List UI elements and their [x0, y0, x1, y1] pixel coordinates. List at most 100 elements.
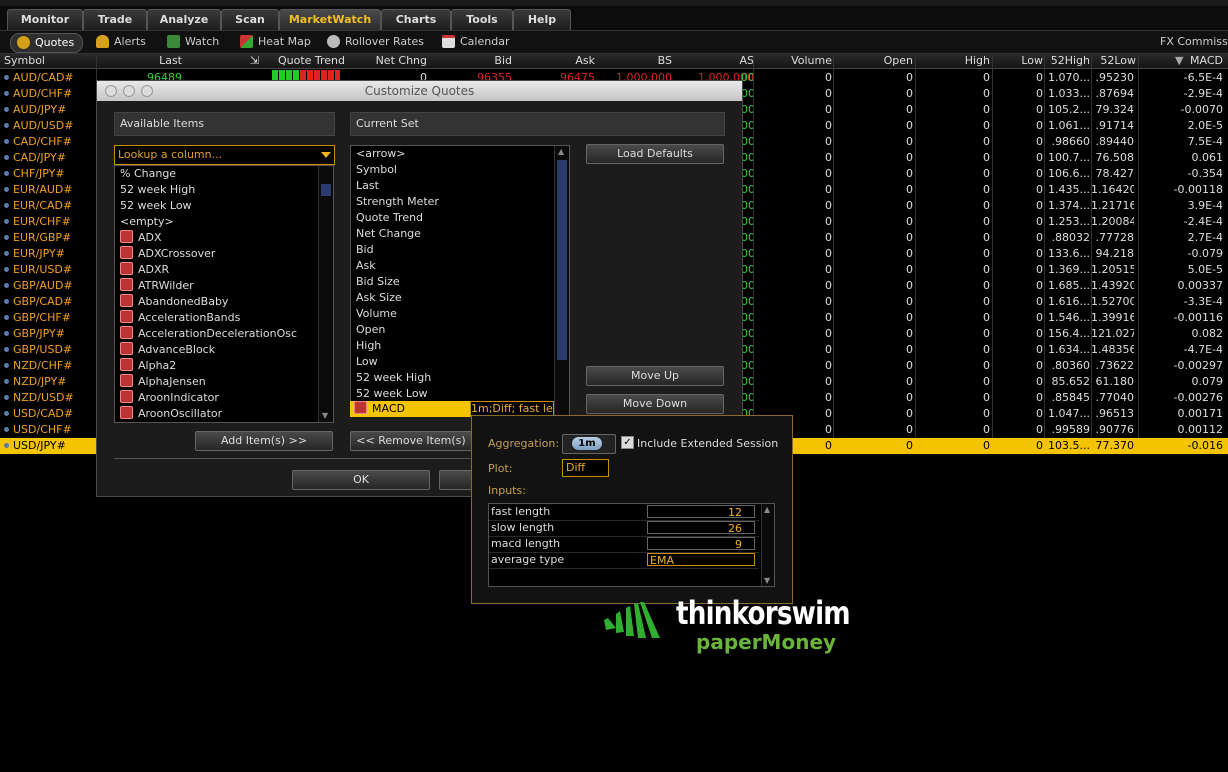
row-symbol[interactable]: NZD/CHF# [4, 358, 72, 374]
available-item[interactable]: AbandonedBaby [115, 294, 319, 310]
available-item[interactable]: % Change [115, 166, 319, 182]
row-symbol[interactable]: EUR/CHF# [4, 214, 71, 230]
input-value-field[interactable]: 26 [647, 521, 755, 535]
row-symbol[interactable]: NZD/JPY# [4, 374, 67, 390]
tab-scan[interactable]: Scan [221, 9, 279, 30]
col-low[interactable]: Low [993, 54, 1043, 68]
current-item[interactable]: 52 week Low [351, 386, 553, 402]
current-item[interactable]: Strength Meter [351, 194, 553, 210]
available-item[interactable]: Alpha2 [115, 358, 319, 374]
current-item[interactable]: Net Change [351, 226, 553, 242]
available-item[interactable]: AroonIndicator [115, 390, 319, 406]
minimize-window-icon[interactable] [123, 85, 135, 97]
current-set-scrollbar[interactable]: ▲ [554, 146, 569, 416]
available-item[interactable]: ADXCrossover [115, 246, 319, 262]
include-extended-checkbox[interactable]: ✓ [621, 436, 634, 449]
col-52low[interactable]: 52Low [1093, 54, 1136, 68]
row-symbol[interactable]: USD/JPY# [4, 438, 66, 454]
tab-help[interactable]: Help [513, 9, 571, 30]
current-item[interactable]: Last [351, 178, 553, 194]
subtab-alerts[interactable]: Alerts [96, 33, 146, 51]
close-window-icon[interactable] [105, 85, 117, 97]
col-52high[interactable]: 52High [1046, 54, 1090, 68]
row-symbol[interactable]: CAD/CHF# [4, 134, 72, 150]
tab-marketwatch[interactable]: MarketWatch [279, 9, 381, 30]
current-item[interactable]: Bid [351, 242, 553, 258]
row-symbol[interactable]: GBP/CHF# [4, 310, 71, 326]
row-symbol[interactable]: EUR/GBP# [4, 230, 71, 246]
subtab-quotes[interactable]: Quotes [10, 33, 84, 53]
current-item[interactable]: Ask [351, 258, 553, 274]
current-item[interactable]: Bid Size [351, 274, 553, 290]
col-last[interactable]: Last [100, 54, 182, 68]
row-symbol[interactable]: GBP/AUD# [4, 278, 73, 294]
scroll-down-icon[interactable]: ▼ [322, 411, 328, 420]
col-bid[interactable]: Bid [430, 54, 512, 68]
current-item[interactable]: <arrow> [351, 146, 553, 162]
input-value-field[interactable]: 12 [647, 505, 755, 519]
ok-button[interactable]: OK [292, 470, 430, 490]
col-macd[interactable]: MACD [1186, 54, 1223, 68]
col-symbol[interactable]: Symbol [4, 54, 94, 68]
tab-monitor[interactable]: Monitor [7, 9, 83, 30]
current-item[interactable]: Volume [351, 306, 553, 322]
available-item[interactable]: ATRWilder [115, 278, 319, 294]
current-set-list[interactable]: <arrow> Symbol Last Strength Meter Quote Tre… [350, 145, 570, 417]
col-bs[interactable]: BS [597, 54, 672, 68]
col-ask[interactable]: Ask [515, 54, 595, 68]
row-symbol[interactable]: AUD/USD# [4, 118, 73, 134]
add-items-button[interactable]: Add Item(s) >> [195, 431, 333, 451]
remove-items-button[interactable]: << Remove Item(s) [350, 431, 472, 451]
current-item[interactable]: Low [351, 354, 553, 370]
row-symbol[interactable]: CAD/JPY# [4, 150, 66, 166]
move-down-button[interactable]: Move Down [586, 394, 724, 414]
current-item[interactable]: Ask Size [351, 290, 553, 306]
available-item[interactable]: AlphaJensen [115, 374, 319, 390]
subtab-rollover[interactable]: Rollover Rates [327, 33, 424, 51]
row-symbol[interactable]: GBP/JPY# [4, 326, 65, 342]
row-symbol[interactable]: GBP/CAD# [4, 294, 72, 310]
column-settings-icon[interactable]: ⇲ [250, 54, 260, 68]
col-quote-trend[interactable]: Quote Trend [270, 54, 345, 68]
subtab-watch[interactable]: Watch [167, 33, 219, 51]
col-volume[interactable]: Volume [757, 54, 832, 68]
scroll-down-icon[interactable]: ▼ [764, 576, 770, 585]
subtab-heatmap[interactable]: Heat Map [240, 33, 311, 51]
col-net-chng[interactable]: Net Chng [346, 54, 427, 68]
available-item[interactable]: 52 week Low [115, 198, 319, 214]
aggregation-selector[interactable]: 1m [562, 434, 616, 454]
row-symbol[interactable]: AUD/CHF# [4, 86, 72, 102]
available-item[interactable]: <empty> [115, 214, 319, 230]
col-open[interactable]: Open [835, 54, 913, 68]
cancel-button[interactable] [439, 470, 475, 490]
available-item[interactable]: ADX [115, 230, 319, 246]
current-item[interactable]: Quote Trend [351, 210, 553, 226]
tab-tools[interactable]: Tools [451, 9, 513, 30]
available-items-scrollbar[interactable]: ▼ [318, 166, 333, 422]
available-item[interactable]: 52 week High [115, 182, 319, 198]
inputs-scrollbar[interactable]: ▲ ▼ [761, 504, 774, 586]
scroll-up-icon[interactable]: ▲ [764, 505, 770, 514]
tab-trade[interactable]: Trade [83, 9, 147, 30]
zoom-window-icon[interactable] [141, 85, 153, 97]
input-value-field[interactable]: 9 [647, 537, 755, 551]
row-symbol[interactable]: USD/CHF# [4, 422, 72, 438]
plot-dropdown[interactable]: Diff [562, 459, 609, 477]
row-symbol[interactable]: EUR/CAD# [4, 198, 72, 214]
available-item[interactable]: AccelerationBands [115, 310, 319, 326]
row-symbol[interactable]: CHF/JPY# [4, 166, 65, 182]
row-symbol[interactable]: AUD/JPY# [4, 102, 66, 118]
row-symbol[interactable]: AUD/CAD# [4, 70, 74, 86]
move-up-button[interactable]: Move Up [586, 366, 724, 386]
load-defaults-button[interactable]: Load Defaults [586, 144, 724, 164]
row-symbol[interactable]: GBP/USD# [4, 342, 72, 358]
row-symbol[interactable]: EUR/JPY# [4, 246, 65, 262]
lookup-column-dropdown[interactable]: Lookup a column... [114, 145, 335, 165]
current-item[interactable]: Symbol [351, 162, 553, 178]
scroll-thumb[interactable] [557, 160, 567, 360]
col-as[interactable]: AS [675, 54, 754, 68]
current-item[interactable]: Open [351, 322, 553, 338]
input-value-field[interactable]: EMA [647, 553, 755, 567]
available-item[interactable]: AccelerationDecelerationOsc [115, 326, 319, 342]
subtab-calendar[interactable]: Calendar [442, 33, 509, 51]
